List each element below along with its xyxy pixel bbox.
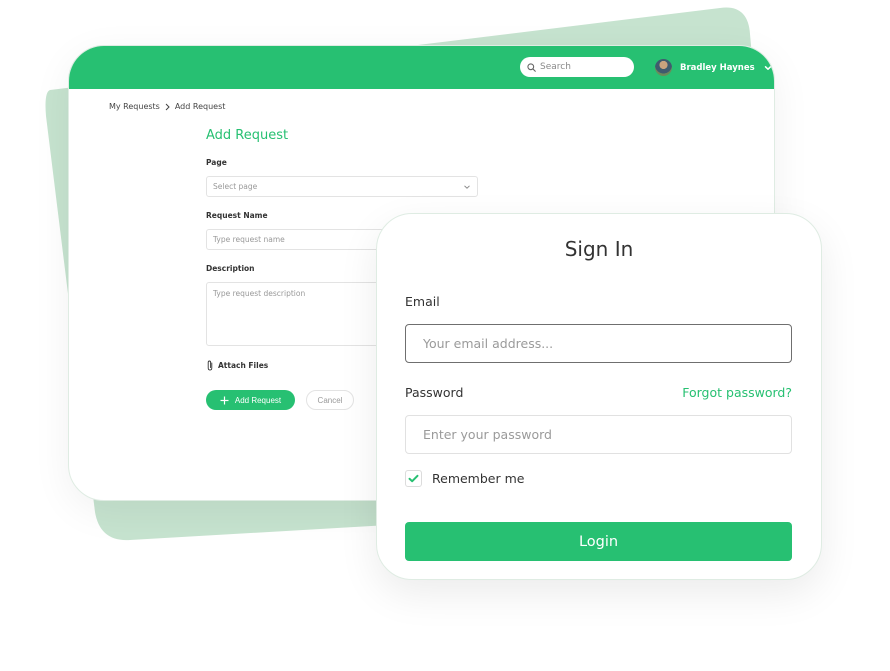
password-label: Password <box>405 385 464 400</box>
attach-files-label: Attach Files <box>218 361 269 370</box>
email-field[interactable] <box>405 324 792 363</box>
add-request-button-label: Add Request <box>234 395 282 405</box>
page-title: Add Request <box>206 128 289 143</box>
search-box[interactable] <box>520 57 634 77</box>
remember-me[interactable]: Remember me <box>405 470 524 487</box>
search-icon <box>527 62 536 72</box>
forgot-password-link[interactable]: Forgot password? <box>682 385 792 400</box>
app-header: Bradley Haynes <box>69 46 774 89</box>
remember-me-checkbox[interactable] <box>405 470 422 487</box>
description-placeholder: Type request description <box>213 289 306 298</box>
paperclip-icon <box>207 360 213 371</box>
user-menu[interactable]: Bradley Haynes <box>655 58 773 77</box>
checkmark-icon <box>408 474 419 483</box>
chevron-down-icon <box>464 184 470 189</box>
user-name: Bradley Haynes <box>680 62 755 73</box>
breadcrumb-my-requests[interactable]: My Requests <box>109 102 160 111</box>
request-name-placeholder: Type request name <box>213 235 285 244</box>
chevron-down-icon[interactable] <box>763 63 773 73</box>
sign-in-title: Sign In <box>564 237 634 261</box>
breadcrumb-add-request: Add Request <box>174 102 226 111</box>
breadcrumb: My Requests Add Request <box>109 102 225 111</box>
cancel-button[interactable]: Cancel <box>306 390 354 410</box>
remember-me-label: Remember me <box>432 471 525 486</box>
plus-icon <box>220 396 229 404</box>
page-select[interactable]: Select page <box>206 176 478 197</box>
page-select-placeholder: Select page <box>213 182 258 191</box>
sign-in-card: Sign In Email Password Forgot password? … <box>376 213 822 580</box>
add-request-button[interactable]: Add Request <box>206 390 295 410</box>
search-input[interactable] <box>540 62 620 72</box>
password-field[interactable] <box>405 415 792 454</box>
login-button[interactable]: Login <box>405 522 792 561</box>
email-label: Email <box>405 294 440 309</box>
avatar[interactable] <box>655 59 672 76</box>
page-label: Page <box>206 158 227 167</box>
chevron-right-icon <box>165 103 170 110</box>
